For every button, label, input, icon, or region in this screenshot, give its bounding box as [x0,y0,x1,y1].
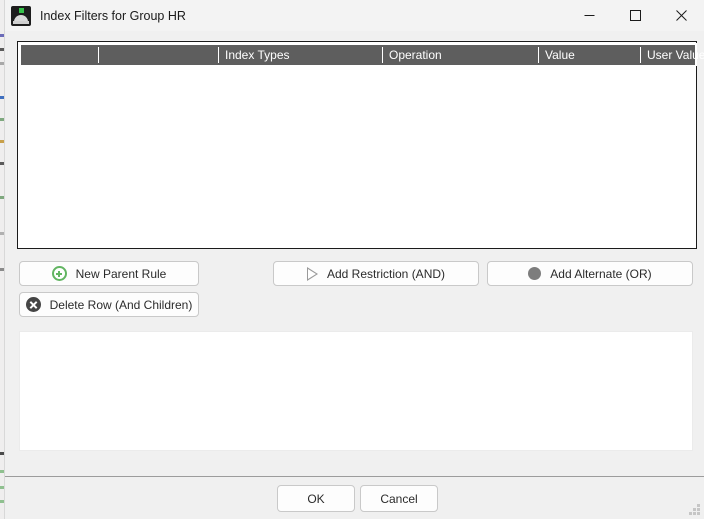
grid-column-label: Operation [389,48,442,62]
grid-column-header[interactable]: Operation [382,45,538,65]
filter-rules-grid[interactable]: Index Types Operation Value User Value [17,41,704,249]
grid-column-header[interactable]: Index Types [218,45,382,65]
grid-column-label: User Value [647,48,704,62]
column-divider[interactable] [218,47,219,63]
window-controls [566,0,704,31]
app-dome-icon [11,5,31,26]
delete-row-button[interactable]: Delete Row (And Children) [19,292,199,317]
filled-circle-icon [528,267,542,280]
add-restriction-button[interactable]: Add Restriction (AND) [273,261,479,286]
grid-column-label: Index Types [225,48,290,62]
column-divider[interactable] [538,47,539,63]
grid-column-label: Value [545,48,575,62]
grid-body[interactable] [19,65,695,247]
grid-column-header[interactable] [23,45,98,65]
maximize-icon[interactable] [612,0,658,31]
minimize-icon[interactable] [566,0,612,31]
rule-detail-panel[interactable] [19,331,693,451]
column-divider[interactable] [98,47,99,63]
footer-separator [5,476,704,477]
grid-column-header[interactable] [98,45,218,65]
dialog-window: Index Filters for Group HR Index Types Op… [4,0,704,519]
grid-column-header[interactable]: Value [538,45,640,65]
play-triangle-icon [306,266,318,281]
new-parent-rule-button[interactable]: New Parent Rule [19,261,199,286]
add-restriction-label: Add Restriction (AND) [326,266,446,281]
add-alternate-label: Add Alternate (OR) [550,266,652,281]
delete-row-label: Delete Row (And Children) [49,297,193,312]
x-circle-icon [25,297,41,312]
resize-grip[interactable] [688,503,701,516]
add-alternate-button[interactable]: Add Alternate (OR) [487,261,693,286]
column-divider[interactable] [382,47,383,63]
plus-circle-icon [51,266,67,281]
cancel-button[interactable]: Cancel [360,485,438,512]
titlebar[interactable]: Index Filters for Group HR [5,0,704,31]
grid-column-header[interactable]: User Value [640,45,704,65]
window-title: Index Filters for Group HR [40,8,186,23]
column-divider[interactable] [640,47,641,63]
close-icon[interactable] [658,0,704,31]
ok-button[interactable]: OK [277,485,355,512]
grid-header-row: Index Types Operation Value User Value [19,43,704,66]
new-parent-rule-label: New Parent Rule [75,266,167,281]
